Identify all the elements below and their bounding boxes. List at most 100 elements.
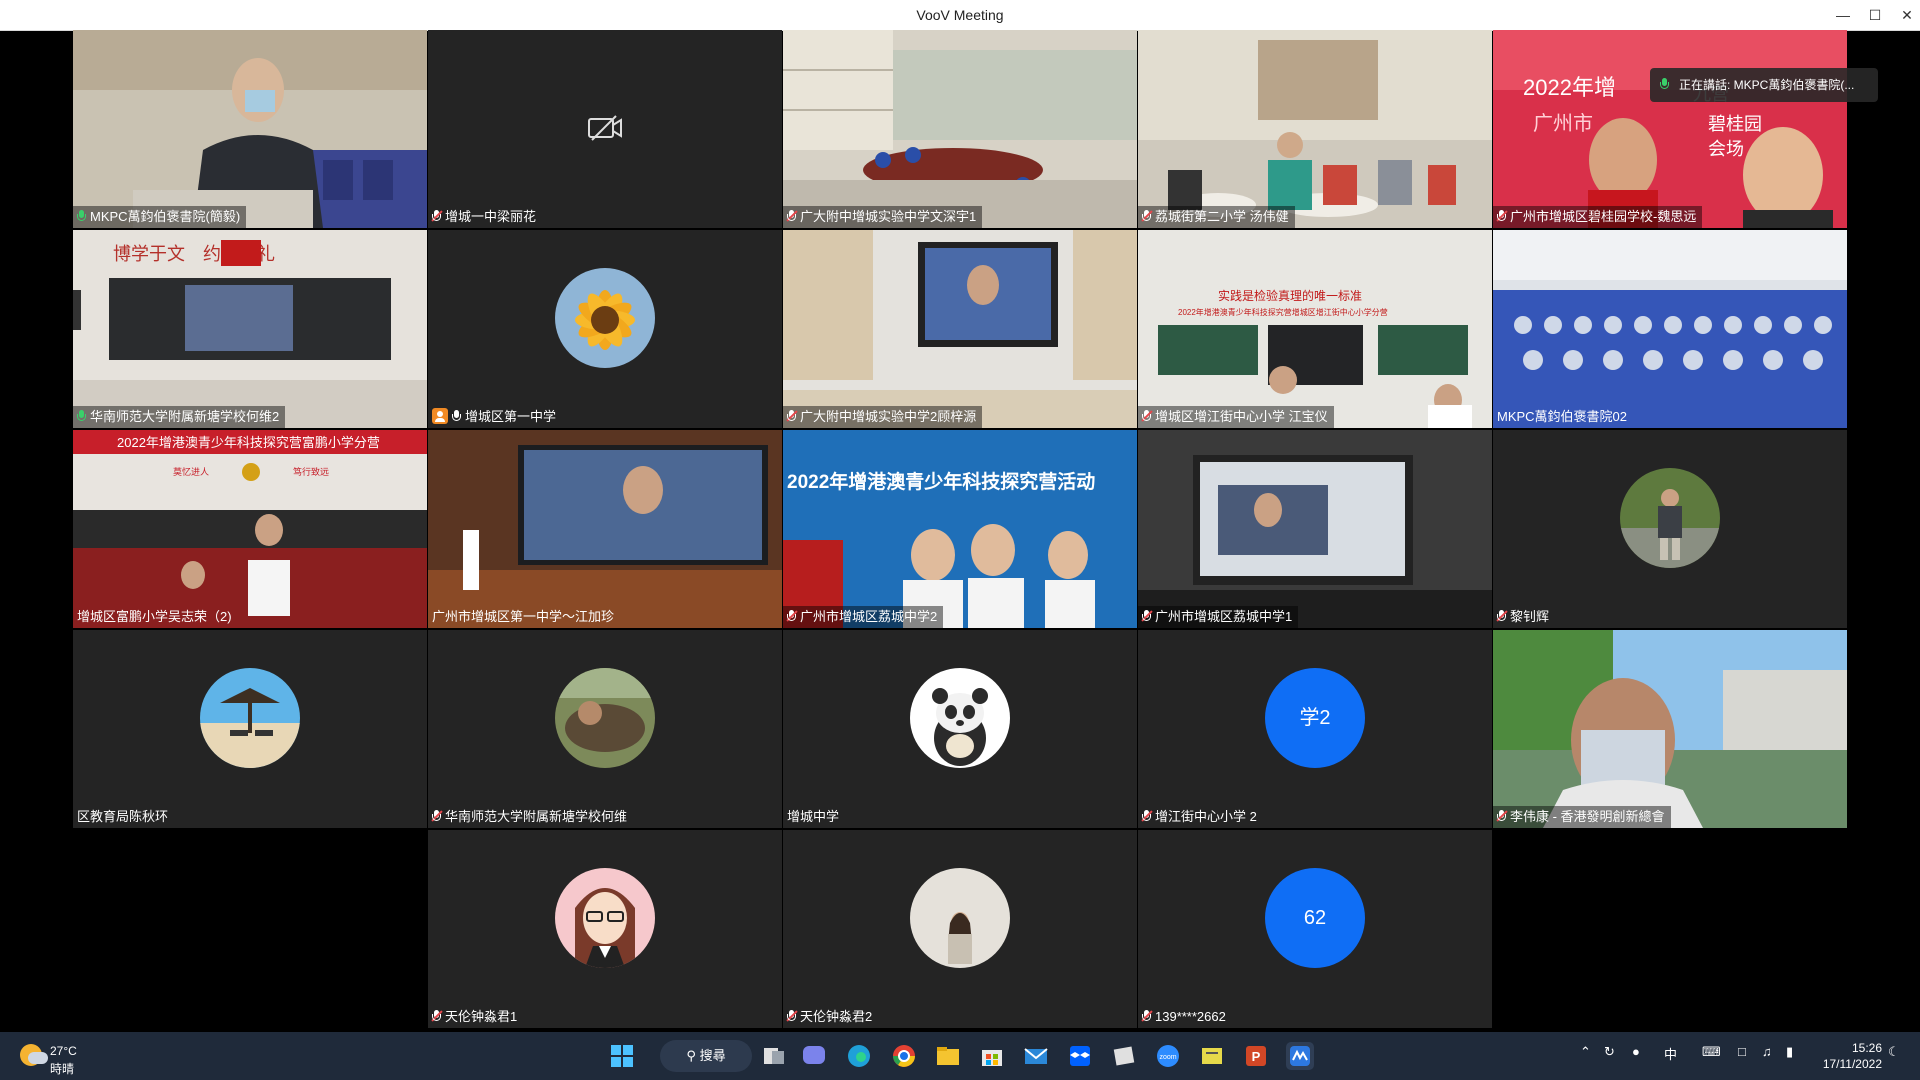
video-tile[interactable]: 增城区第一中学: [428, 230, 782, 428]
chrome-browser-icon[interactable]: [890, 1042, 918, 1070]
host-icon: [432, 408, 448, 424]
video-tile[interactable]: 天伦钟淼君2: [783, 830, 1137, 1028]
participant-video: 实践是检验真理的唯一标准 2022年增港澳青少年科技探究营增城区增江街中心小学分…: [1138, 230, 1492, 428]
maximize-button[interactable]: ☐: [1860, 0, 1890, 30]
video-tile[interactable]: 李伟康 - 香港發明創新總會: [1493, 630, 1847, 828]
participant-video: [428, 430, 782, 628]
participant-video: [1138, 430, 1492, 628]
mic-muted-icon: [786, 210, 798, 222]
participant-name: 广州市增城区第一中学～江加珍: [432, 609, 615, 624]
voov-meeting-icon[interactable]: [1286, 1042, 1314, 1070]
video-tile[interactable]: 广大附中增城实验中学文深宇1: [783, 30, 1137, 228]
start-windows-icon[interactable]: [608, 1042, 636, 1070]
video-tile[interactable]: 2022年增港澳青少年科技探究营富鹏小学分营 莫忆进人 笃行致远 增城区富鹏小学…: [73, 430, 427, 628]
mic-muted-icon: [431, 1010, 443, 1022]
mic-on-icon: [1660, 78, 1669, 90]
search-label: 搜尋: [699, 1048, 726, 1063]
mic-muted-icon: [1496, 610, 1508, 622]
video-off-icon: [588, 115, 622, 141]
network-icon[interactable]: □: [1738, 1044, 1746, 1059]
microphone-icon[interactable]: ●: [1632, 1044, 1640, 1059]
participant-video: [783, 30, 1137, 228]
video-tile[interactable]: MKPC萬鈞伯褒書院(簡毅): [73, 30, 427, 228]
participant-name: 广大附中增城实验中学文深宇1: [783, 206, 983, 228]
search-icon: ⚲: [686, 1048, 696, 1063]
teams-chat-icon[interactable]: [800, 1042, 828, 1070]
close-button[interactable]: ✕: [1892, 0, 1920, 30]
banner-text: 会场: [1708, 139, 1744, 159]
video-tile[interactable]: 黎钊辉: [1493, 430, 1847, 628]
dropbox-icon[interactable]: [1066, 1042, 1094, 1070]
mail-icon[interactable]: [1022, 1042, 1050, 1070]
ime-indicator[interactable]: 中: [1664, 1044, 1677, 1063]
participant-name: 广州市增城区荔城中学1: [1138, 606, 1299, 628]
file-explorer-icon[interactable]: [934, 1042, 962, 1070]
mic-muted-icon: [786, 1010, 798, 1022]
notification-icon[interactable]: ☾: [1888, 1044, 1900, 1060]
participant-video: 2022年增 广州市 九营 碧桂园 会场: [1493, 30, 1847, 228]
participant-name: 增城区第一中学: [428, 406, 562, 428]
keyboard-icon[interactable]: ⌨: [1702, 1044, 1721, 1060]
video-tile[interactable]: 学2 增江街中心小学 2: [1138, 630, 1492, 828]
mic-muted-icon: [1141, 810, 1153, 822]
mic-muted-icon: [786, 410, 798, 422]
participant-name: 天伦钟淼君2: [783, 1006, 878, 1028]
video-tile[interactable]: 增城一中梁丽花: [428, 30, 782, 228]
clock-time: 15:26: [1851, 1041, 1882, 1055]
participant-name: 华南师范大学附属新塘学校何维2: [73, 406, 286, 428]
video-tile[interactable]: 华南师范大学附属新塘学校何维: [428, 630, 782, 828]
snip-tool-icon[interactable]: [1110, 1042, 1138, 1070]
participant-video: [783, 230, 1137, 428]
video-tile[interactable]: MKPC萬鈞伯褒書院02: [1493, 230, 1847, 428]
show-hidden-icons[interactable]: ⌃: [1580, 1044, 1591, 1060]
window-title: VooV Meeting: [916, 7, 1004, 23]
video-tile[interactable]: 2022年增 广州市 九营 碧桂园 会场 广州市增城区碧桂园学校-魏思远: [1493, 30, 1847, 228]
banner-text: 2022年增港澳青少年科技探究营活动: [787, 470, 1095, 493]
clock[interactable]: 15:26 17/11/2022: [1808, 1040, 1882, 1072]
banner-text: 2022年增港澳青少年科技探究营富鹏小学分营: [117, 435, 380, 450]
edge-browser-icon[interactable]: [845, 1042, 873, 1070]
participant-name: 区教育局陈秋环: [77, 809, 169, 824]
volume-icon[interactable]: ♫: [1762, 1044, 1772, 1059]
participant-video: 博学于文 约之以礼: [73, 230, 427, 428]
mic-muted-icon: [1141, 210, 1153, 222]
powerpoint-icon[interactable]: P: [1242, 1042, 1270, 1070]
microsoft-store-icon[interactable]: [978, 1042, 1006, 1070]
sync-icon[interactable]: ↻: [1604, 1044, 1615, 1060]
participant-name: 增江街中心小学 2: [1138, 806, 1263, 828]
video-grid: MKPC萬鈞伯褒書院(簡毅) 增城一中梁丽花 广大附中增城实验中学文深宇1 荔城…: [73, 30, 1847, 1030]
notes-app-icon[interactable]: [1198, 1042, 1226, 1070]
avatar: [555, 668, 655, 768]
video-tile[interactable]: 天伦钟淼君1: [428, 830, 782, 1028]
video-tile[interactable]: 广大附中增城实验中学2顾梓源: [783, 230, 1137, 428]
video-tile[interactable]: 广州市增城区第一中学～江加珍: [428, 430, 782, 628]
video-tile[interactable]: 荔城街第二小学 汤伟健: [1138, 30, 1492, 228]
participant-name: 黎钊辉: [1493, 606, 1555, 628]
taskbar-search[interactable]: ⚲ 搜尋: [660, 1040, 752, 1072]
task-view-icon[interactable]: [760, 1042, 788, 1070]
clock-date: 17/11/2022: [1822, 1057, 1882, 1071]
video-tile[interactable]: 实践是检验真理的唯一标准 2022年增港澳青少年科技探究营增城区增江街中心小学分…: [1138, 230, 1492, 428]
video-tile[interactable]: 2022年增港澳青少年科技探究营活动 广州市增城区荔城中学2: [783, 430, 1137, 628]
banner-text: 莫忆进人: [173, 466, 209, 477]
participant-video: [73, 30, 427, 228]
minimize-button[interactable]: —: [1828, 0, 1858, 30]
battery-icon[interactable]: ▮: [1786, 1044, 1793, 1060]
taskbar: 27°C 時晴 ⚲ 搜尋 zoom P ⌃ ↻ ● 中 ⌨ □ ♫ ▮ 15:2…: [0, 1032, 1920, 1080]
banner-text: 2022年增: [1523, 75, 1616, 100]
participant-video: 2022年增港澳青少年科技探究营富鹏小学分营 莫忆进人 笃行致远: [73, 430, 427, 628]
video-tile[interactable]: 62 139****2662: [1138, 830, 1492, 1028]
participant-name: 华南师范大学附属新塘学校何维: [428, 806, 633, 828]
participant-name: 广州市增城区碧桂园学校-魏思远: [1493, 206, 1703, 228]
avatar-initials: 62: [1265, 868, 1365, 968]
participant-name: 李伟康 - 香港發明創新總會: [1493, 806, 1671, 828]
video-tile[interactable]: 区教育局陈秋环: [73, 630, 427, 828]
video-tile[interactable]: 增城中学: [783, 630, 1137, 828]
zoom-icon[interactable]: zoom: [1154, 1042, 1182, 1070]
participant-video: [1493, 630, 1847, 828]
mic-muted-icon: [1141, 610, 1153, 622]
banner-text: 广州市: [1533, 112, 1593, 135]
video-tile[interactable]: 博学于文 约之以礼 华南师范大学附属新塘学校何维2: [73, 230, 427, 428]
video-tile[interactable]: 广州市增城区荔城中学1: [1138, 430, 1492, 628]
weather-condition: 時晴: [50, 1062, 75, 1076]
